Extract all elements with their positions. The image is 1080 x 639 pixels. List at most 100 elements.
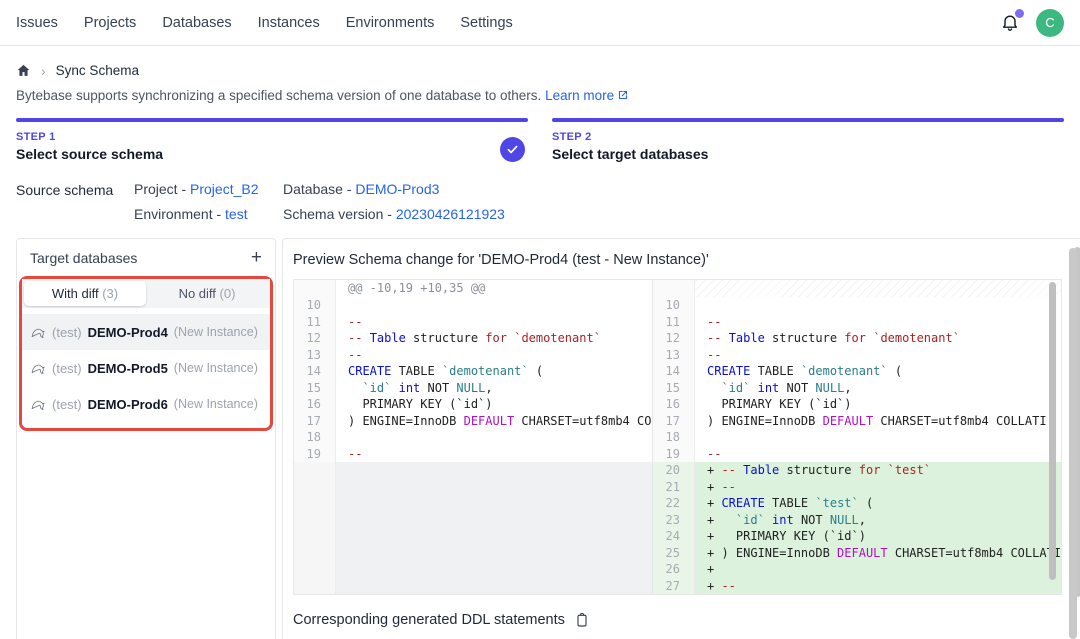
sql-token: CHARSET=utf8mb4 COLLATI <box>873 414 1046 428</box>
notification-dot <box>1015 9 1024 18</box>
diff-line: 12-- Table structure for `demotenant` <box>294 330 652 347</box>
sql-token <box>880 463 887 477</box>
mysql-icon <box>31 325 46 340</box>
database-env: (test) <box>52 361 82 376</box>
sql-token: , <box>859 513 866 527</box>
sql-token: -- <box>348 447 362 461</box>
sql-token: DEFAULT <box>837 546 888 560</box>
step-1-title: Select source schema <box>16 146 528 162</box>
environment-key: Environment - <box>134 206 225 222</box>
sql-token: -- <box>707 348 721 362</box>
diff-line: 17) ENGINE=InnoDB DEFAULT CHARSET=utf8mb… <box>653 413 1061 430</box>
sql-token: Table <box>729 331 765 345</box>
copy-clipboard-icon[interactable] <box>574 612 590 628</box>
source-project-field: Project - Project_B2 <box>134 181 283 197</box>
diff-line-code: PRIMARY KEY (`id`) <box>695 396 1061 413</box>
diff-line-number <box>294 280 336 297</box>
notification-bell-icon[interactable] <box>1000 12 1022 34</box>
sql-token: , <box>485 381 492 395</box>
tab-no-diff[interactable]: No diff (0) <box>146 281 268 306</box>
database-row-demo-prod5[interactable]: (test) DEMO-Prod5 (New Instance) <box>22 350 270 386</box>
nav-item-databases[interactable]: Databases <box>162 15 231 31</box>
step-2[interactable]: STEP 2 Select target databases <box>552 118 1064 162</box>
intro-description: Bytebase supports synchronizing a specif… <box>16 88 541 103</box>
diff-line-number: 25 <box>653 545 695 562</box>
diff-line-number: 13 <box>653 347 695 364</box>
sql-token <box>707 381 721 395</box>
sql-token: CREATE <box>721 496 764 510</box>
sql-token: ) ENGINE=InnoDB <box>348 414 464 428</box>
schema-version-value-link[interactable]: 20230426121923 <box>396 206 505 222</box>
diff-line: 18 <box>653 429 1061 446</box>
sql-token: -- <box>707 315 721 329</box>
project-value-link[interactable]: Project_B2 <box>190 181 258 197</box>
nav-item-environments[interactable]: Environments <box>346 15 435 31</box>
step-1-progress-bar <box>16 118 528 122</box>
diff-filter-tabs: With diff (3) No diff (0) <box>22 279 270 308</box>
sql-token: TABLE <box>765 496 816 510</box>
diff-line-code: -- <box>336 347 652 364</box>
diff-line-code: PRIMARY KEY (`id`) <box>336 396 652 413</box>
sql-token: `id` <box>721 381 750 395</box>
diff-added-line: 21+ -- <box>653 479 1061 496</box>
step-2-title: Select target databases <box>552 146 1064 162</box>
diff-line-number: 14 <box>653 363 695 380</box>
nav-items: Issues Projects Databases Instances Envi… <box>16 15 513 31</box>
diff-line-code: ) ENGINE=InnoDB DEFAULT CHARSET=utf8mb4 … <box>695 413 1061 430</box>
diff-line-code: -- Table structure for `demotenant` <box>336 330 652 347</box>
sql-token: -- <box>348 331 362 345</box>
page-scrollbar[interactable] <box>1069 248 1077 639</box>
diff-line-number: 13 <box>294 347 336 364</box>
add-target-database-button[interactable]: + <box>251 248 262 267</box>
diff-line: 14CREATE TABLE `demotenant` ( <box>653 363 1061 380</box>
tab-with-diff[interactable]: With diff (3) <box>24 281 146 306</box>
external-link-icon[interactable] <box>617 89 629 101</box>
database-row-demo-prod6[interactable]: (test) DEMO-Prod6 (New Instance) <box>22 386 270 422</box>
step-1[interactable]: STEP 1 Select source schema <box>16 118 528 162</box>
diff-line-number: 11 <box>653 314 695 331</box>
sql-token: NOT <box>779 381 815 395</box>
diff-line-code <box>695 297 1061 314</box>
diff-line-code: -- <box>695 347 1061 364</box>
diff-original-pane: @@ -10,19 +10,35 @@1011--12-- Table stru… <box>294 280 652 594</box>
sql-token: -- <box>721 463 735 477</box>
diff-line-number: 10 <box>294 297 336 314</box>
diff-line-number: 21 <box>653 479 695 496</box>
sql-token: `demotenant` <box>801 364 888 378</box>
sql-token: + <box>707 513 736 527</box>
nav-item-projects[interactable]: Projects <box>84 15 136 31</box>
diff-line: 19-- <box>653 446 1061 463</box>
editor-scrollbar[interactable] <box>1049 282 1056 580</box>
intro-text: Bytebase supports synchronizing a specif… <box>16 88 1064 105</box>
database-name: DEMO-Prod5 <box>88 361 168 376</box>
nav-item-issues[interactable]: Issues <box>16 15 58 31</box>
database-suffix: (New Instance) <box>174 325 258 339</box>
sql-token <box>750 381 757 395</box>
learn-more-link[interactable]: Learn more <box>545 88 614 103</box>
preview-title: Preview Schema change for 'DEMO-Prod4 (t… <box>293 252 1080 268</box>
target-databases-panel: Target databases + With diff (3) No diff… <box>16 238 276 639</box>
diff-line-code: + ) ENGINE=InnoDB DEFAULT CHARSET=utf8mb… <box>695 545 1061 562</box>
source-schema-section: Source schema Project - Project_B2 Datab… <box>16 181 1064 222</box>
sql-token: -- <box>707 331 721 345</box>
mysql-icon <box>31 397 46 412</box>
database-value-link[interactable]: DEMO-Prod3 <box>355 181 439 197</box>
database-row-demo-prod4[interactable]: (test) DEMO-Prod4 (New Instance) <box>22 314 270 350</box>
home-icon[interactable] <box>16 63 31 78</box>
diff-line: 14CREATE TABLE `demotenant` ( <box>294 363 652 380</box>
nav-item-settings[interactable]: Settings <box>460 15 512 31</box>
diff-line-code: ) ENGINE=InnoDB DEFAULT CHARSET=utf8mb4 … <box>336 413 652 430</box>
project-key: Project - <box>134 181 190 197</box>
step-1-label: STEP 1 <box>16 131 528 143</box>
diff-line-code: -- <box>695 446 1061 463</box>
diff-line-code: -- <box>695 314 1061 331</box>
preview-panel: Preview Schema change for 'DEMO-Prod4 (t… <box>282 238 1080 639</box>
sql-token: for <box>485 331 507 345</box>
avatar[interactable]: C <box>1036 9 1064 37</box>
diff-spacer-row <box>653 280 1061 297</box>
step-2-label: STEP 2 <box>552 131 1064 143</box>
sql-token: -- <box>721 579 735 593</box>
nav-item-instances[interactable]: Instances <box>258 15 320 31</box>
sql-token: structure <box>779 463 858 477</box>
environment-value-link[interactable]: test <box>225 206 248 222</box>
